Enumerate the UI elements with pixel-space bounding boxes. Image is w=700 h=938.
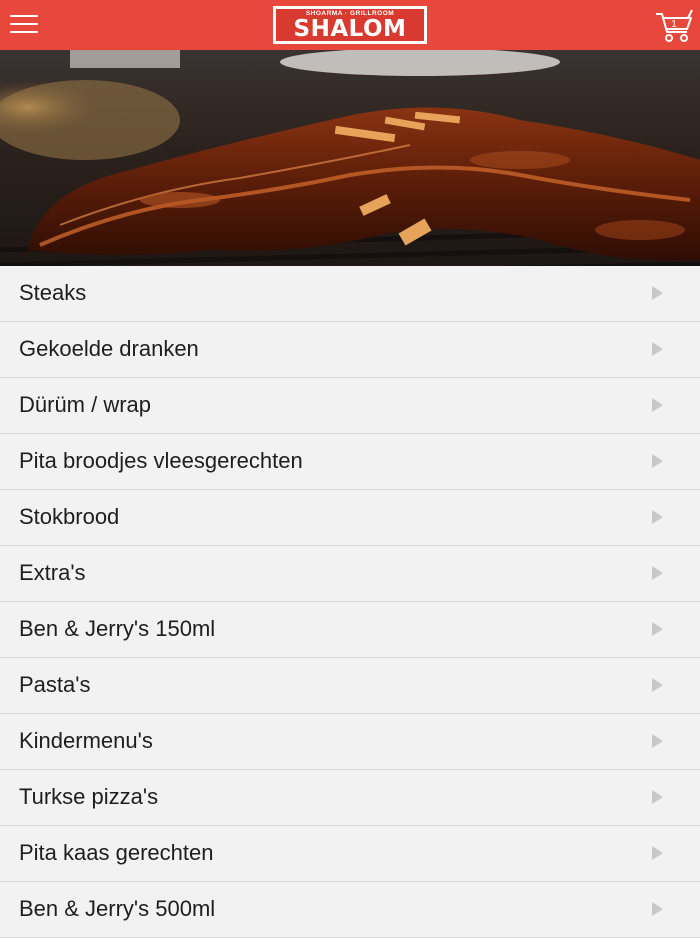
chevron-right-icon — [652, 734, 663, 748]
chevron-right-icon — [652, 510, 663, 524]
shopping-cart-icon[interactable]: 1 — [654, 8, 694, 44]
category-row[interactable]: Pasta's — [0, 658, 700, 714]
category-label: Extra's — [19, 560, 86, 585]
chevron-right-icon — [652, 902, 663, 916]
chevron-right-icon — [652, 790, 663, 804]
category-row[interactable]: Ben & Jerry's 500ml — [0, 882, 700, 938]
chevron-right-icon — [652, 846, 663, 860]
chevron-right-icon — [652, 342, 663, 356]
category-label: Ben & Jerry's 150ml — [19, 616, 216, 641]
chevron-right-icon — [652, 398, 663, 412]
hamburger-menu-icon[interactable] — [10, 12, 40, 38]
category-label: Stokbrood — [19, 504, 120, 529]
category-label: Pita broodjes vleesgerechten — [19, 448, 303, 473]
category-row[interactable]: Kindermenu's — [0, 714, 700, 770]
logo-wordmark: SHALOM — [293, 15, 407, 42]
category-row[interactable]: Stokbrood — [0, 490, 700, 546]
category-row[interactable]: Dürüm / wrap — [0, 378, 700, 434]
category-label: Kindermenu's — [19, 728, 153, 753]
category-row[interactable]: Pita kaas gerechten — [0, 826, 700, 882]
category-label: Turkse pizza's — [19, 784, 159, 809]
category-label: Pita kaas gerechten — [19, 840, 214, 865]
category-row[interactable]: Gekoelde dranken — [0, 322, 700, 378]
chevron-right-icon — [652, 454, 663, 468]
category-label: Ben & Jerry's 500ml — [19, 896, 216, 921]
category-label: Steaks — [19, 280, 87, 305]
top-bar: SHOARMA · GRILLROOM SHALOM 1 — [0, 0, 700, 50]
category-row[interactable]: Steaks — [0, 266, 700, 322]
category-list: Steaks Gekoelde dranken Dürüm / wrap Pit… — [0, 266, 700, 938]
hero-food-image — [0, 50, 700, 295]
shalom-logo[interactable]: SHOARMA · GRILLROOM SHALOM — [273, 6, 427, 44]
category-row[interactable]: Ben & Jerry's 150ml — [0, 602, 700, 658]
category-label: Pasta's — [19, 672, 91, 697]
chevron-right-icon — [652, 678, 663, 692]
category-row[interactable]: Pita broodjes vleesgerechten — [0, 434, 700, 490]
category-row[interactable]: Turkse pizza's — [0, 770, 700, 826]
category-row[interactable]: Extra's — [0, 546, 700, 602]
chevron-right-icon — [652, 622, 663, 636]
category-label: Gekoelde dranken — [19, 336, 199, 361]
cart-count-badge: 1 — [671, 19, 677, 30]
category-label: Dürüm / wrap — [19, 392, 152, 417]
chevron-right-icon — [652, 286, 663, 300]
chevron-right-icon — [652, 566, 663, 580]
